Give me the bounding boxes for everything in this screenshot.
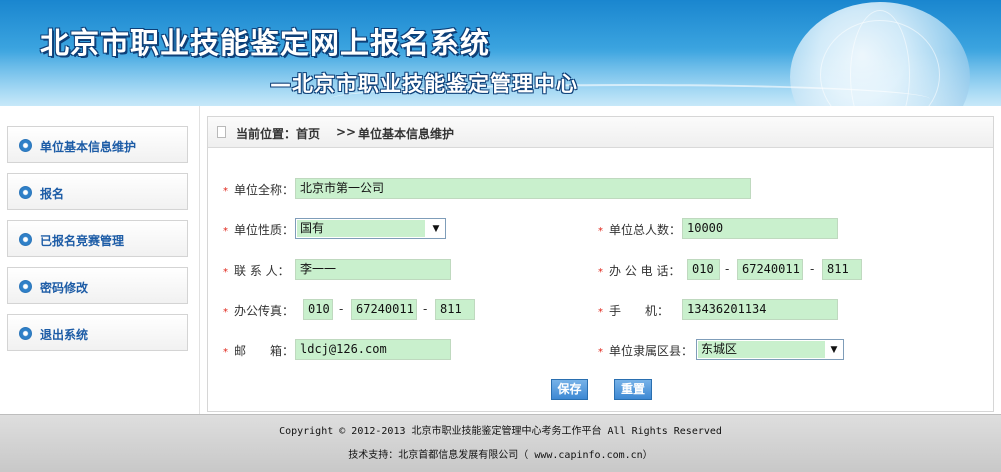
required-mark: *	[223, 226, 228, 237]
bullet-icon	[19, 233, 32, 246]
office-phone-ext-input[interactable]: 811	[822, 259, 862, 280]
reset-button[interactable]: 重置	[614, 379, 652, 400]
breadcrumb-current: 单位基本信息维护	[358, 127, 455, 141]
tech-support-text: 技术支持：北京首都信息发展有限公司（ www.capinfo.com.cn）	[348, 450, 653, 461]
mobile-label: * 手 机：	[598, 304, 670, 318]
bullet-icon	[19, 186, 32, 199]
copyright-text: Copyright © 2012-2013 北京市职业技能鉴定管理中心考务工作平…	[279, 426, 722, 437]
header-banner: 北京市职业技能鉴定网上报名系统 —北京市职业技能鉴定管理中心	[0, 0, 1001, 106]
required-mark: *	[223, 347, 228, 358]
sidebar-item-label: 退出系统	[40, 328, 89, 342]
fax-label: * 办公传真：	[223, 304, 295, 318]
fax-ext-input[interactable]: 811	[435, 299, 475, 320]
district-label: * 单位隶属区县：	[598, 344, 694, 358]
district-select[interactable]: 东城区 ▼	[696, 339, 844, 360]
separator-dash: -	[423, 302, 428, 316]
separator-dash: -	[810, 262, 815, 276]
sidebar: 单位基本信息维护 报名 已报名竞赛管理 密码修改 退出系统	[0, 106, 200, 414]
contact-input[interactable]: 李一一	[295, 259, 451, 280]
sidebar-item-label: 单位基本信息维护	[40, 140, 137, 154]
bullet-icon	[19, 280, 32, 293]
sidebar-item-unit-info[interactable]: 单位基本信息维护	[7, 126, 188, 163]
bullet-icon	[19, 139, 32, 152]
email-input[interactable]: ldcj@126.com	[295, 339, 451, 360]
required-mark: *	[598, 307, 603, 318]
fax-area-input[interactable]: 010	[303, 299, 333, 320]
sidebar-item-label: 报名	[40, 187, 65, 201]
unit-type-label: * 单位性质：	[223, 223, 295, 237]
total-staff-input[interactable]: 10000	[682, 218, 838, 239]
office-phone-area-input[interactable]: 010	[687, 259, 720, 280]
unit-name-label: * 单位全称：	[223, 183, 295, 197]
district-value: 东城区	[698, 341, 825, 358]
total-staff-label: * 单位总人数：	[598, 223, 682, 237]
footer: Copyright © 2012-2013 北京市职业技能鉴定管理中心考务工作平…	[0, 414, 1001, 472]
chevron-down-icon[interactable]: ▼	[430, 223, 442, 235]
breadcrumb-separator: >>	[336, 125, 357, 139]
required-mark: *	[598, 347, 603, 358]
required-mark: *	[598, 267, 603, 278]
office-phone-label: * 办 公 电 话：	[598, 264, 681, 278]
separator-dash: -	[725, 262, 730, 276]
required-mark: *	[223, 186, 228, 197]
breadcrumb-prefix: 当前位置：首页	[236, 127, 321, 141]
chevron-down-icon[interactable]: ▼	[828, 344, 840, 356]
site-title: 北京市职业技能鉴定网上报名系统	[40, 26, 491, 60]
breadcrumb: 当前位置：首页 >> 单位基本信息维护	[208, 117, 993, 148]
sidebar-item-label: 密码修改	[40, 281, 89, 295]
save-button[interactable]: 保存	[551, 379, 588, 400]
page-icon	[217, 126, 226, 138]
sidebar-item-registered-contests[interactable]: 已报名竞赛管理	[7, 220, 188, 257]
office-phone-number-input[interactable]: 67240011	[737, 259, 803, 280]
fax-number-input[interactable]: 67240011	[351, 299, 417, 320]
main-panel: 当前位置：首页 >> 单位基本信息维护 * 单位全称： 北京市第一公司 * 单位性质…	[207, 116, 994, 412]
unit-type-select[interactable]: 国有 ▼	[295, 218, 446, 239]
bullet-icon	[19, 327, 32, 340]
required-mark: *	[598, 226, 603, 237]
sidebar-item-label: 已报名竞赛管理	[40, 234, 125, 248]
unit-type-value: 国有	[297, 220, 425, 237]
contact-label: * 联 系 人：	[223, 264, 290, 278]
required-mark: *	[223, 307, 228, 318]
sidebar-item-logout[interactable]: 退出系统	[7, 314, 188, 351]
unit-name-input[interactable]: 北京市第一公司	[295, 178, 751, 199]
email-label: * 邮 箱：	[223, 344, 295, 358]
site-subtitle: —北京市职业技能鉴定管理中心	[270, 72, 578, 96]
required-mark: *	[223, 267, 228, 278]
separator-dash: -	[339, 302, 344, 316]
sidebar-item-register[interactable]: 报名	[7, 173, 188, 210]
mobile-input[interactable]: 13436201134	[682, 299, 838, 320]
sidebar-item-change-password[interactable]: 密码修改	[7, 267, 188, 304]
